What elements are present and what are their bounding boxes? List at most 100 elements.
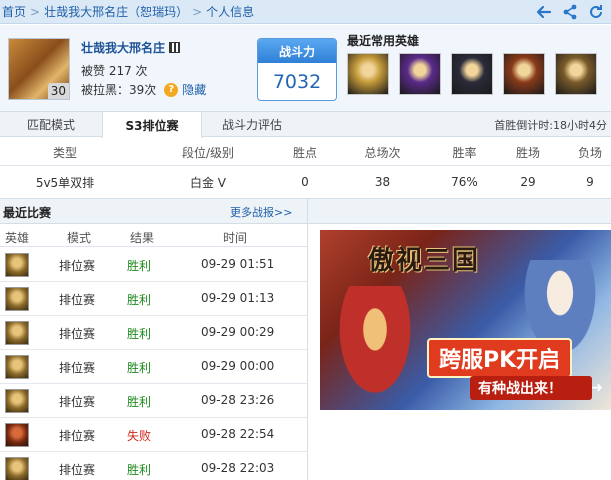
- match-result: 胜利: [127, 259, 152, 273]
- match-row[interactable]: 排位赛 失败 09-28 22:54: [0, 418, 307, 452]
- match-result: 胜利: [127, 293, 152, 307]
- stats-rank: 白金 V: [189, 175, 227, 190]
- top-bar: 首页 > 壮哉我大邢名庄（恕瑞玛） > 个人信息: [0, 0, 611, 24]
- hero-icon: [5, 389, 29, 413]
- mode-tabs: 匹配模式 S3排位赛 战斗力评估 首胜倒计时:18小时4分: [0, 111, 611, 138]
- recent-hero-portrait[interactable]: [347, 53, 389, 95]
- hero-icon: [5, 355, 29, 379]
- power-label: 战斗力: [258, 39, 336, 63]
- match-result: 胜利: [127, 395, 152, 409]
- breadcrumb-separator: >: [192, 4, 203, 19]
- match-time: 09-28 22:03: [201, 461, 275, 475]
- match-row[interactable]: 排位赛 胜利 09-29 00:00: [0, 350, 307, 384]
- power-value: 7032: [272, 71, 322, 93]
- praise-count: 被赞 217 次: [81, 64, 148, 78]
- tab-s3-ranked[interactable]: S3排位赛: [102, 112, 202, 138]
- match-row[interactable]: 排位赛 胜利 09-29 00:29: [0, 316, 307, 350]
- more-reports-link[interactable]: 更多战报>>: [230, 204, 292, 220]
- ad-subtitle: 有种战出来！: [470, 376, 592, 400]
- refresh-icon[interactable]: [587, 3, 605, 21]
- match-mode: 排位赛: [59, 327, 96, 341]
- stats-col-total: 总场次: [364, 145, 401, 160]
- stats-total: 38: [374, 175, 391, 189]
- recent-hero-portrait[interactable]: [555, 53, 597, 95]
- stats-wins: 29: [520, 175, 536, 189]
- match-time: 09-29 00:00: [201, 359, 275, 373]
- avatar[interactable]: 30: [8, 38, 70, 100]
- matches-header: 英雄 模式 结果 时间: [0, 225, 307, 247]
- tab-matchmaking[interactable]: 匹配模式: [0, 112, 102, 137]
- match-time: 09-28 22:54: [201, 427, 275, 441]
- match-mode: 排位赛: [59, 463, 96, 477]
- breadcrumb-home-link[interactable]: 首页: [2, 3, 26, 20]
- stats-col-type: 类型: [52, 145, 77, 160]
- match-time: 09-29 01:13: [201, 291, 275, 305]
- breadcrumb-player-link[interactable]: 壮哉我大邢名庄（恕瑞玛）: [44, 3, 188, 20]
- recent-hero-portrait[interactable]: [503, 53, 545, 95]
- recent-hero-portrait[interactable]: [451, 53, 493, 95]
- ad-warrior-illustration: [330, 286, 420, 410]
- hero-icon: [5, 321, 29, 345]
- ad-tagline: 跨服PK开启: [427, 338, 573, 378]
- match-row[interactable]: 排位赛 胜利 09-28 23:26: [0, 384, 307, 418]
- match-mode: 排位赛: [59, 259, 96, 273]
- recent-heroes-list: [347, 53, 597, 95]
- player-name[interactable]: 壮哉我大邢名庄: [81, 39, 181, 56]
- hero-icon: [5, 253, 29, 277]
- match-mode: 排位赛: [59, 395, 96, 409]
- blacklist-info: 被拉黑：39次 ? 隐藏: [81, 81, 206, 98]
- stats-col-points: 胜点: [292, 145, 317, 160]
- breadcrumb-separator: >: [30, 4, 41, 19]
- recent-hero-portrait[interactable]: [399, 53, 441, 95]
- blacklist-count: 被拉黑：39次: [81, 83, 157, 97]
- ad-arrow-icon: ➜: [591, 380, 603, 396]
- player-name-text: 壮哉我大邢名庄: [81, 41, 166, 55]
- stats-divider: [0, 165, 611, 166]
- first-win-countdown: 首胜倒计时:18小时4分: [494, 119, 607, 132]
- stats-type: 5v5单双排: [35, 175, 95, 190]
- matches-col-result: 结果: [129, 231, 154, 245]
- recent-heroes-title: 最近常用英雄: [347, 34, 420, 48]
- hide-link[interactable]: 隐藏: [182, 81, 206, 98]
- match-row[interactable]: 排位赛 胜利 09-29 01:51: [0, 248, 307, 282]
- stats-col-wins: 胜场: [515, 145, 540, 160]
- match-result: 胜利: [127, 361, 152, 375]
- stats-col-winrate: 胜率: [452, 145, 477, 160]
- help-icon[interactable]: ?: [164, 82, 179, 97]
- hero-icon: [5, 287, 29, 311]
- stats-points: 0: [301, 175, 309, 189]
- stats-winrate: 76%: [451, 175, 478, 189]
- stats-col-losses: 负场: [577, 145, 602, 160]
- matches-col-mode: 模式: [66, 231, 91, 245]
- match-mode: 排位赛: [59, 361, 96, 375]
- share-icon[interactable]: [561, 3, 579, 21]
- recent-matches-bar: 最近比赛 更多战报>>: [0, 198, 611, 224]
- breadcrumb-current: 个人信息: [206, 5, 255, 19]
- ad-banner[interactable]: 傲视三国 跨服PK开启 有种战出来！ ➜: [320, 230, 611, 410]
- match-time: 09-29 01:51: [201, 257, 275, 271]
- stats-row: 5v5单双排 白金 V 0 38 76% 29 9: [0, 169, 611, 195]
- stats-col-rank: 段位/级别: [181, 145, 235, 160]
- match-result: 胜利: [127, 463, 152, 477]
- column-divider: [307, 198, 308, 480]
- stats-header: 类型 段位/级别 胜点 总场次 胜率 胜场 负场: [0, 140, 611, 164]
- match-row[interactable]: 排位赛 胜利 09-28 22:03: [0, 452, 307, 480]
- matches-col-hero: 英雄: [4, 231, 29, 245]
- match-result: 胜利: [127, 327, 152, 341]
- match-row[interactable]: 排位赛 胜利 09-29 01:13: [0, 282, 307, 316]
- match-result: 失败: [127, 429, 152, 443]
- power-box: 战斗力 7032: [257, 38, 337, 101]
- hero-icon: [5, 423, 29, 447]
- recent-matches-title: 最近比赛: [3, 206, 52, 220]
- tab-power-evaluation[interactable]: 战斗力评估: [202, 112, 302, 137]
- stats-losses: 9: [586, 175, 594, 189]
- hero-icon: [5, 457, 29, 480]
- level-badge: 30: [47, 83, 69, 99]
- matches-col-time: 时间: [222, 231, 247, 245]
- match-mode: 排位赛: [59, 429, 96, 443]
- qrcode-icon[interactable]: [169, 42, 181, 53]
- match-time: 09-29 00:29: [201, 325, 275, 339]
- match-mode: 排位赛: [59, 293, 96, 307]
- back-arrow-icon[interactable]: [535, 3, 553, 21]
- ad-title: 傲视三国: [368, 246, 481, 276]
